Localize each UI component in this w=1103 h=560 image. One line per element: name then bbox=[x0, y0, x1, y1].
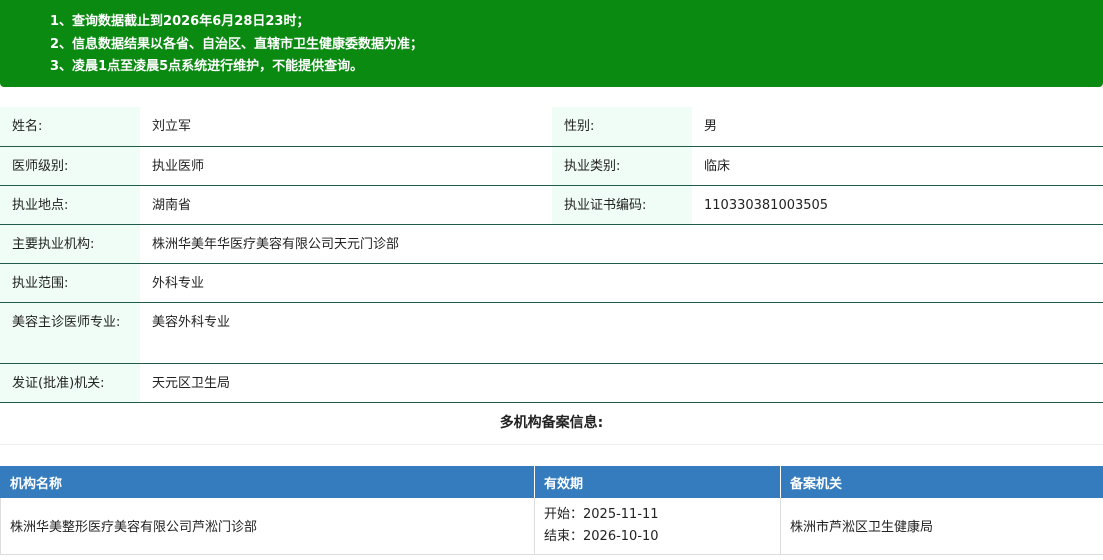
cert-label-cell: 执业证书编码: bbox=[552, 185, 692, 225]
gender-value-cell: 男 bbox=[692, 107, 1103, 147]
cosmetic-label: 美容主诊医师专业: bbox=[12, 314, 121, 330]
doctor-info-table: 姓名: 刘立军 性别: 男 医师级别: 执业医师 执业类别: 临床 执业地点: … bbox=[0, 107, 1103, 403]
level-label-cell: 医师级别: bbox=[0, 146, 140, 186]
location-value: 湖南省 bbox=[152, 197, 192, 213]
name-value: 刘立军 bbox=[152, 119, 192, 134]
cert-label: 执业证书编码: bbox=[564, 197, 647, 213]
header-authority: 备案机关 bbox=[780, 466, 1103, 498]
category-value-cell: 临床 bbox=[692, 146, 1103, 186]
notice-line-2: 2、信息数据结果以各省、自治区、直辖市卫生健康委数据为准； bbox=[50, 36, 424, 52]
info-row-scope: 执业范围: 外科专业 bbox=[0, 263, 1103, 303]
issuer-value-cell: 天元区卫生局 bbox=[140, 363, 1103, 403]
row-validity-end: 结束：2026-10-10 bbox=[544, 528, 659, 544]
info-row-issuer: 发证(批准)机关: 天元区卫生局 bbox=[0, 363, 1103, 403]
institution-label: 主要执业机构: bbox=[12, 236, 95, 252]
row-validity-start: 开始：2025-11-11 bbox=[544, 506, 659, 522]
name-label: 姓名: bbox=[12, 119, 43, 134]
location-value-cell: 湖南省 bbox=[140, 185, 552, 225]
header-validity: 有效期 bbox=[534, 466, 781, 498]
gender-label: 性别: bbox=[564, 119, 595, 134]
level-label: 医师级别: bbox=[12, 158, 69, 174]
scope-value-cell: 外科专业 bbox=[140, 263, 1103, 303]
institution-value: 株洲华美年华医疗美容有限公司天元门诊部 bbox=[152, 236, 400, 252]
gender-label-cell: 性别: bbox=[552, 107, 692, 147]
level-value-cell: 执业医师 bbox=[140, 146, 552, 186]
info-row-cosmetic: 美容主诊医师专业: 美容外科专业 bbox=[0, 302, 1103, 364]
info-row-institution: 主要执业机构: 株洲华美年华医疗美容有限公司天元门诊部 bbox=[0, 224, 1103, 264]
issuer-value: 天元区卫生局 bbox=[152, 375, 231, 391]
name-label-cell: 姓名: bbox=[0, 107, 140, 147]
scope-label-cell: 执业范围: bbox=[0, 263, 140, 303]
institution-label-cell: 主要执业机构: bbox=[0, 224, 140, 264]
registration-header-row: 机构名称 有效期 备案机关 bbox=[0, 466, 1103, 498]
row-institution: 株洲华美整形医疗美容有限公司芦淞门诊部 bbox=[0, 498, 535, 555]
scope-label: 执业范围: bbox=[12, 275, 69, 291]
gender-value: 男 bbox=[704, 119, 718, 134]
issuer-label-cell: 发证(批准)机关: bbox=[0, 363, 140, 403]
issuer-label: 发证(批准)机关: bbox=[12, 375, 105, 391]
cert-value: 110330381003505 bbox=[704, 197, 829, 213]
row-authority: 株洲市芦淞区卫生健康局 bbox=[780, 498, 1103, 555]
info-row-location: 执业地点: 湖南省 执业证书编码: 110330381003505 bbox=[0, 185, 1103, 225]
notice-line-3-rest: 系统进行维护，不能提供查询。 bbox=[181, 59, 364, 74]
scope-value: 外科专业 bbox=[152, 275, 205, 291]
table-row: 株洲华美整形医疗美容有限公司芦淞门诊部 开始：2025-11-11 结束：202… bbox=[0, 498, 1103, 555]
category-label-cell: 执业类别: bbox=[552, 146, 692, 186]
level-value: 执业医师 bbox=[152, 158, 205, 174]
cert-value-cell: 110330381003505 bbox=[692, 185, 1103, 225]
category-label: 执业类别: bbox=[564, 158, 621, 174]
multi-registration-title: 多机构备案信息: bbox=[0, 402, 1103, 445]
row-validity: 开始：2025-11-11 结束：2026-10-10 bbox=[534, 498, 781, 555]
info-row-level: 医师级别: 执业医师 执业类别: 临床 bbox=[0, 146, 1103, 186]
category-value: 临床 bbox=[704, 158, 731, 174]
cosmetic-label-cell: 美容主诊医师专业: bbox=[0, 302, 140, 364]
registration-table: 机构名称 有效期 备案机关 株洲华美整形医疗美容有限公司芦淞门诊部 开始：202… bbox=[0, 466, 1103, 555]
institution-value-cell: 株洲华美年华医疗美容有限公司天元门诊部 bbox=[140, 224, 1103, 264]
notice-line-1: 1、查询数据截止到2026年6月28日23时； bbox=[50, 14, 310, 29]
notice-banner: 1、查询数据截止到2026年6月28日23时； 2、信息数据结果以各省、自治区、… bbox=[0, 0, 1103, 87]
notice-line-3-bold: 3、凌晨1点至凌晨5点 bbox=[50, 59, 182, 74]
name-value-cell: 刘立军 bbox=[140, 107, 552, 147]
info-row-name: 姓名: 刘立军 性别: 男 bbox=[0, 107, 1103, 147]
cosmetic-value: 美容外科专业 bbox=[152, 314, 231, 330]
location-label-cell: 执业地点: bbox=[0, 185, 140, 225]
notice-line-3: 3、凌晨1点至凌晨5点系统进行维护，不能提供查询。 bbox=[50, 56, 1103, 79]
location-label: 执业地点: bbox=[12, 197, 69, 213]
cosmetic-value-cell: 美容外科专业 bbox=[140, 302, 1103, 364]
header-institution: 机构名称 bbox=[0, 466, 535, 498]
